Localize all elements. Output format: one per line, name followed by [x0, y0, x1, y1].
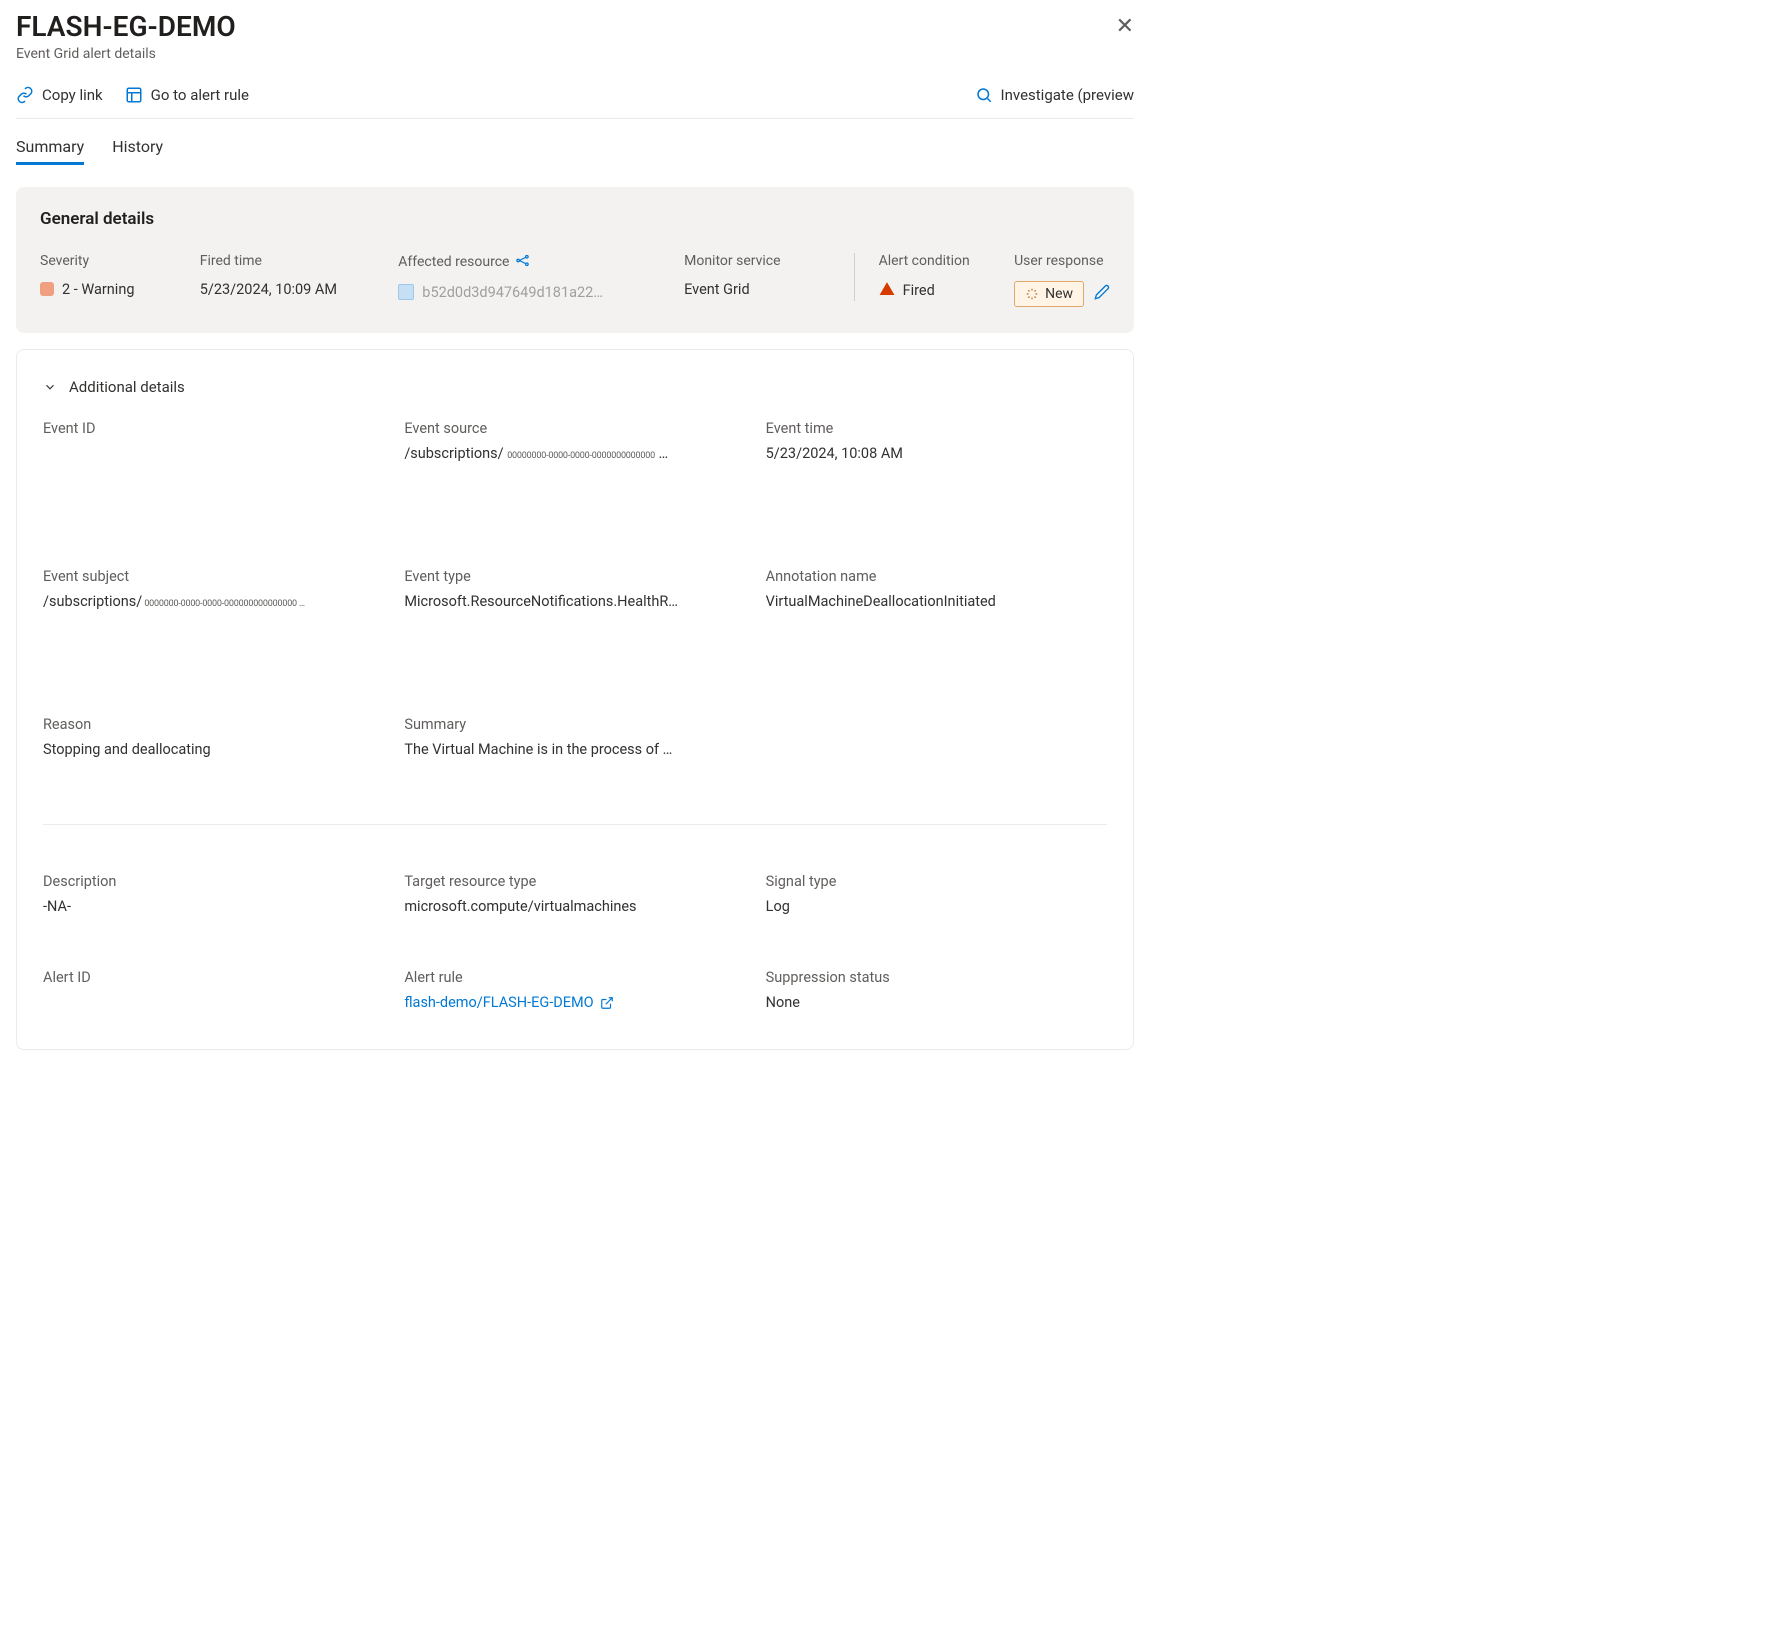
summary-cell: Summary The Virtual Machine is in the pr… [404, 716, 745, 796]
alert-id-cell: Alert ID [43, 969, 384, 1019]
event-subject-prefix: /subscriptions/ [43, 593, 142, 610]
annotation-cell: Annotation name VirtualMachineDeallocati… [766, 568, 1107, 648]
suppression-cell: Suppression status None [766, 969, 1107, 1019]
alert-rule-label: Alert rule [404, 969, 745, 986]
annotation-label: Annotation name [766, 568, 1107, 585]
close-button[interactable]: ✕ [1116, 10, 1134, 39]
alert-condition-value: Fired [903, 282, 935, 299]
tab-history[interactable]: History [112, 137, 163, 165]
reason-value: Stopping and deallocating [43, 739, 384, 761]
graph-icon[interactable] [515, 253, 530, 272]
external-link-icon [600, 996, 614, 1010]
target-resource-type-label: Target resource type [404, 873, 745, 890]
copy-link-label: Copy link [42, 86, 103, 104]
general-details-card: General details Severity 2 - Warning Fir… [16, 187, 1134, 333]
edit-user-response-button[interactable] [1094, 284, 1110, 304]
event-time-cell: Event time 5/23/2024, 10:08 AM [766, 420, 1107, 500]
user-response-value: New [1045, 286, 1073, 302]
investigate-button[interactable]: Investigate (preview [975, 86, 1134, 104]
event-source-cell: Event source /subscriptions/ 00000000-00… [404, 420, 745, 500]
tab-summary[interactable]: Summary [16, 137, 84, 165]
event-subject-cell: Event subject /subscriptions/ 0000000-00… [43, 568, 384, 648]
severity-label: Severity [40, 253, 176, 269]
reason-cell: Reason Stopping and deallocating [43, 716, 384, 796]
event-id-label: Event ID [43, 420, 384, 437]
event-time-value: 5/23/2024, 10:08 AM [766, 443, 1107, 465]
severity-dot-icon [40, 282, 54, 296]
event-time-label: Event time [766, 420, 1107, 437]
user-response-badge[interactable]: New [1014, 281, 1084, 307]
description-label: Description [43, 873, 384, 890]
event-type-cell: Event type Microsoft.ResourceNotificatio… [404, 568, 745, 648]
alert-rule-cell: Alert rule flash-demo/FLASH-EG-DEMO [404, 969, 745, 1019]
fired-time-label: Fired time [200, 253, 375, 269]
event-source-label: Event source [404, 420, 745, 437]
alert-id-label: Alert ID [43, 969, 384, 986]
resource-icon [398, 284, 414, 300]
chevron-down-icon [43, 380, 57, 394]
description-cell: Description -NA- [43, 873, 384, 953]
description-value: -NA- [43, 896, 384, 918]
link-icon [16, 86, 34, 104]
severity-value: 2 - Warning [62, 281, 134, 298]
section-divider [43, 824, 1107, 829]
event-source-value: /subscriptions/ 00000000-0000-0000-00000… [404, 443, 745, 465]
summary-value: The Virtual Machine is in the process of… [404, 739, 745, 761]
annotation-value: VirtualMachineDeallocationInitiated [766, 591, 1107, 613]
affected-resource-label: Affected resource [398, 254, 509, 270]
monitor-service-value: Event Grid [684, 281, 829, 298]
event-type-value: Microsoft.ResourceNotifications.HealthR… [404, 591, 745, 613]
page-subtitle: Event Grid alert details [16, 46, 236, 62]
go-to-alert-rule-button[interactable]: Go to alert rule [125, 86, 249, 104]
signal-type-value: Log [766, 896, 1107, 918]
warning-icon [879, 281, 895, 301]
event-subject-value: /subscriptions/ 0000000-0000-0000-000000… [43, 591, 384, 613]
new-icon [1025, 287, 1039, 301]
affected-resource-value[interactable]: b52d0d3d947649d181a22… [422, 284, 603, 301]
event-type-label: Event type [404, 568, 745, 585]
page-title: FLASH-EG-DEMO [16, 10, 236, 44]
target-resource-type-value: microsoft.compute/virtualmachines [404, 896, 745, 918]
signal-type-label: Signal type [766, 873, 1107, 890]
investigate-label: Investigate (preview [1001, 86, 1134, 104]
monitor-service-label: Monitor service [684, 253, 829, 269]
user-response-label: User response [1014, 253, 1110, 269]
additional-details-card: Additional details Event ID Event source… [16, 349, 1134, 1050]
event-source-guid: 00000000-0000-0000-0000000000000 [507, 451, 655, 461]
go-to-alert-rule-label: Go to alert rule [151, 86, 249, 104]
event-source-suffix: … [655, 445, 668, 462]
rule-icon [125, 86, 143, 104]
event-subject-guid: 0000000-0000-0000-000000000000000 … [142, 599, 305, 609]
alert-rule-link-text: flash-demo/FLASH-EG-DEMO [404, 992, 593, 1014]
event-id-cell: Event ID [43, 420, 384, 500]
suppression-value: None [766, 992, 1107, 1014]
reason-label: Reason [43, 716, 384, 733]
event-subject-label: Event subject [43, 568, 384, 585]
fired-time-value: 5/23/2024, 10:09 AM [200, 281, 375, 298]
suppression-label: Suppression status [766, 969, 1107, 986]
additional-details-toggle[interactable]: Additional details [43, 378, 1107, 396]
copy-link-button[interactable]: Copy link [16, 86, 103, 104]
target-resource-type-cell: Target resource type microsoft.compute/v… [404, 873, 745, 953]
signal-type-cell: Signal type Log [766, 873, 1107, 953]
event-source-prefix: /subscriptions/ [404, 445, 507, 462]
general-details-heading: General details [40, 209, 1110, 229]
alert-rule-link[interactable]: flash-demo/FLASH-EG-DEMO [404, 992, 613, 1014]
search-icon [975, 86, 993, 104]
alert-condition-label: Alert condition [879, 253, 991, 269]
additional-details-heading: Additional details [69, 378, 185, 396]
summary-label: Summary [404, 716, 745, 733]
